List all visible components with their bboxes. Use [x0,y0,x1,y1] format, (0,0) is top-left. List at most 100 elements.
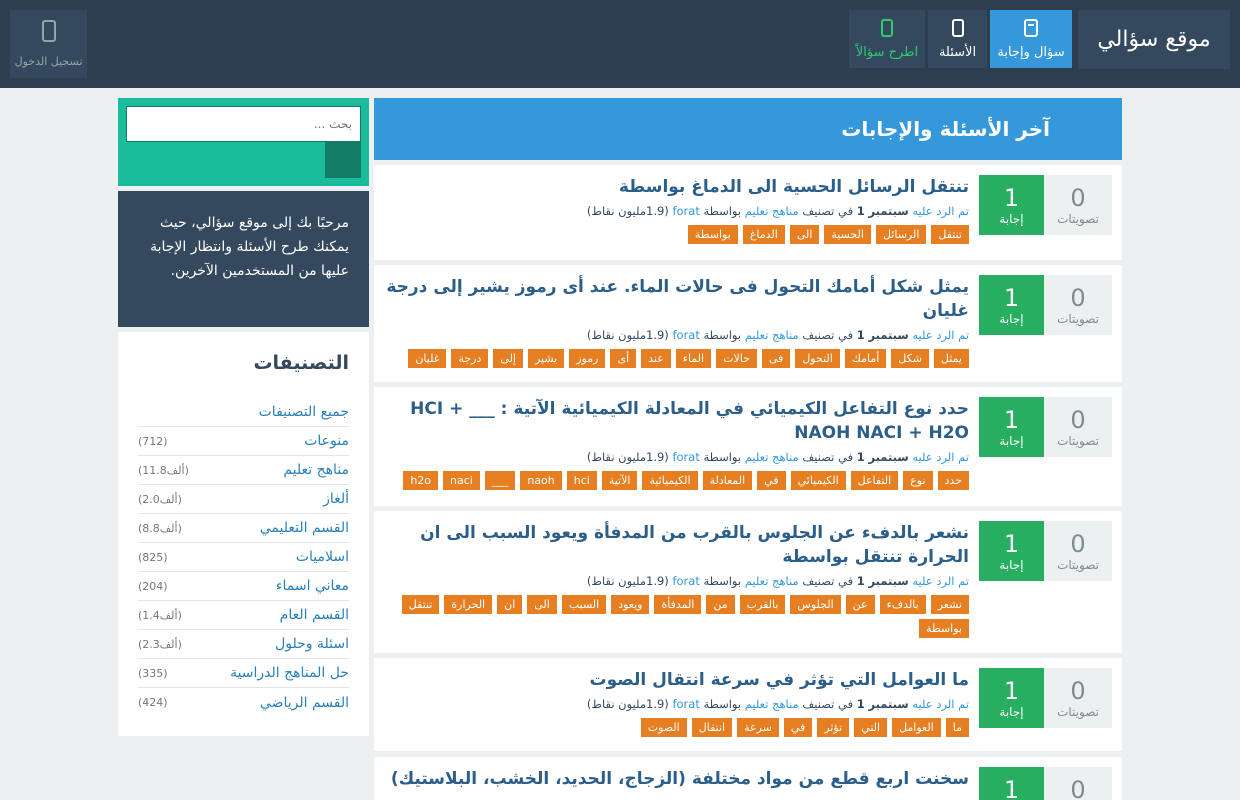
question-tag[interactable]: انتقال [691,718,733,737]
question-tag[interactable]: الى [527,595,557,614]
category-item[interactable]: معاني اسماء (204) [138,572,349,601]
category-item[interactable]: اسلاميات (825) [138,543,349,572]
question-tag[interactable]: الماء [675,349,712,368]
question-tag[interactable]: تنتقل [401,595,440,614]
question-category-link[interactable]: مناهج تعليم [745,328,799,342]
user-link[interactable]: forat [672,328,699,342]
category-item[interactable]: القسم التعليمي (8.8ألف) [138,514,349,543]
question-tag[interactable]: الدماغ [742,225,785,244]
search-input[interactable] [126,106,361,142]
question-tag[interactable]: naoh [520,471,562,490]
question-tag[interactable]: بالدفء [879,595,926,614]
question-title[interactable]: يمثل شكل أمامك التحول فى حالات الماء. عن… [386,277,969,321]
question-tag[interactable]: حدد [937,471,969,490]
answered-link[interactable]: تم الرد عليه [912,328,969,342]
question-tag[interactable]: التي [854,718,888,737]
question-tag[interactable]: الجلوس [790,595,841,614]
question-tag[interactable]: التحول [795,349,840,368]
question-tag[interactable]: يمثل [933,349,969,368]
category-name[interactable]: اسلاميات [296,549,349,565]
category-name[interactable]: القسم الرياضي [260,695,349,711]
question-tag[interactable]: الحسية [824,225,871,244]
category-item[interactable]: حل المناهج الدراسية (335) [138,659,349,688]
question-category-link[interactable]: مناهج تعليم [745,204,799,218]
question-title[interactable]: سخنت اربع قطع من مواد مختلفة (الزجاج، ال… [391,769,969,789]
question-tag[interactable]: غليان [408,349,447,368]
question-tag[interactable]: عند [641,349,671,368]
question-tag[interactable]: ___ [484,471,516,490]
question-tag[interactable]: ما [945,718,969,737]
question-tag[interactable]: الكيميائية [642,471,698,490]
question-tag[interactable]: h2o [403,471,439,490]
answered-link[interactable]: تم الرد عليه [912,450,969,464]
answered-link[interactable]: تم الرد عليه [912,697,969,711]
question-tag[interactable]: التفاعل [850,471,899,490]
question-title[interactable]: تنتقل الرسائل الحسية الى الدماغ بواسطة [619,177,969,197]
nav-ask-button[interactable]: اطرح سؤالاً [849,10,925,68]
question-title[interactable]: ما العوامل التي تؤثر في سرعة انتقال الصو… [590,670,969,690]
search-button[interactable] [325,142,361,178]
category-item[interactable]: اسئلة وحلول (2.3ألف) [138,630,349,659]
question-tag[interactable]: ان [497,595,523,614]
question-tag[interactable]: في [783,718,813,737]
question-tag[interactable]: المدفأة [654,595,702,614]
question-tag[interactable]: بالقرب [739,595,786,614]
category-all[interactable]: جميع التصنيفات [138,398,349,427]
question-tag[interactable]: في [757,471,786,490]
question-tag[interactable]: أى [610,349,637,368]
question-tag[interactable]: السبب [561,595,607,614]
question-tag[interactable]: أمامك [844,349,887,368]
category-name[interactable]: مناهج تعليم [283,462,349,478]
question-tag[interactable]: الآتية [601,471,638,490]
login-button[interactable]: تسجيل الدخول [10,10,87,78]
question-tag[interactable]: المعادلة [702,471,753,490]
question-tag[interactable]: الحرارة [444,595,493,614]
question-tag[interactable]: naci [443,471,480,490]
question-tag[interactable]: الرسائل [875,225,927,244]
question-tag[interactable]: درجة [451,349,489,368]
category-name[interactable]: حل المناهج الدراسية [230,665,349,681]
question-tag[interactable]: الكيميائي [790,471,846,490]
question-tag[interactable]: بواسطة [687,225,738,244]
category-name[interactable]: معاني اسماء [276,578,349,594]
question-tag[interactable]: عن [845,595,875,614]
user-link[interactable]: forat [672,574,699,588]
user-link[interactable]: forat [672,697,699,711]
question-tag[interactable]: تنتقل [931,225,969,244]
answered-link[interactable]: تم الرد عليه [912,204,969,218]
question-tag[interactable]: ويعود [611,595,650,614]
question-tag[interactable]: تؤثر [817,718,850,737]
category-item[interactable]: القسم الرياضي (424) [138,688,349,717]
question-tag[interactable]: من [706,595,735,614]
question-category-link[interactable]: مناهج تعليم [745,450,799,464]
category-item[interactable]: مناهج تعليم (11.8ألف) [138,456,349,485]
category-all-link[interactable]: جميع التصنيفات [259,404,349,420]
user-link[interactable]: forat [672,450,699,464]
question-tag[interactable]: إلى [493,349,523,368]
question-tag[interactable]: الى [789,225,820,244]
question-tag[interactable]: يشير [527,349,565,368]
question-title[interactable]: نشعر بالدفء عن الجلوس بالقرب من المدفأة … [420,523,969,567]
question-tag[interactable]: hci [566,471,597,490]
question-tag[interactable]: فى [761,349,791,368]
category-name[interactable]: القسم التعليمي [260,520,349,536]
question-tag[interactable]: الصوت [640,718,687,737]
nav-qa-button[interactable]: سؤال وإجابة [990,10,1072,68]
category-item[interactable]: منوعات (712) [138,427,349,456]
nav-questions-button[interactable]: الأسئلة [928,10,987,68]
question-tag[interactable]: شكل [891,349,929,368]
site-logo[interactable]: موقع سؤالي [1078,10,1230,69]
answered-link[interactable]: تم الرد عليه [912,574,969,588]
question-title[interactable]: حدد نوع التفاعل الكيميائي في المعادلة ال… [410,399,969,443]
question-category-link[interactable]: مناهج تعليم [745,697,799,711]
category-name[interactable]: اسئلة وحلول [275,636,349,652]
category-item[interactable]: القسم العام (1.4ألف) [138,601,349,630]
question-tag[interactable]: سرعة [737,718,779,737]
user-link[interactable]: forat [672,204,699,218]
question-tag[interactable]: نشعر [930,595,969,614]
category-name[interactable]: ألغاز [323,491,349,507]
category-item[interactable]: ألغاز (2.0ألف) [138,485,349,514]
question-tag[interactable]: حالات [716,349,757,368]
question-tag[interactable]: بواسطة [919,619,969,638]
question-tag[interactable]: العوامل [892,718,941,737]
